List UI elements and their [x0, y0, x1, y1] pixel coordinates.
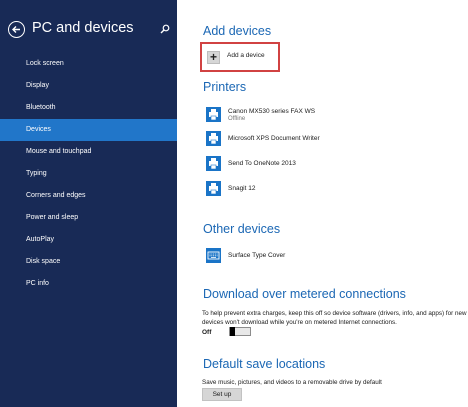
sidebar-item-bluetooth[interactable]: Bluetooth [0, 97, 177, 119]
printer-item[interactable]: Snagit 12 [206, 181, 446, 201]
sidebar-item-devices[interactable]: Devices [0, 119, 177, 141]
sidebar-nav: Lock screen Display Bluetooth Devices Mo… [0, 53, 177, 295]
printer-status: Offline [228, 116, 246, 122]
sidebar-item-display[interactable]: Display [0, 75, 177, 97]
device-item[interactable]: Surface Type Cover [206, 248, 446, 268]
save-locations-heading: Default save locations [203, 357, 326, 371]
add-device-label[interactable]: Add a device [227, 52, 265, 59]
keyboard-icon [206, 248, 221, 263]
device-name: Surface Type Cover [228, 252, 286, 259]
printer-item[interactable]: Canon MX530 series FAX WS Offline [206, 107, 446, 127]
printer-icon [206, 131, 221, 146]
search-icon[interactable] [160, 24, 170, 34]
printer-name: Snagit 12 [228, 185, 256, 192]
add-devices-heading: Add devices [203, 24, 272, 38]
toggle-knob [230, 327, 235, 336]
sidebar-item-power-and-sleep[interactable]: Power and sleep [0, 207, 177, 229]
printer-name: Canon MX530 series FAX WS [228, 108, 316, 115]
sidebar-item-mouse-and-touchpad[interactable]: Mouse and touchpad [0, 141, 177, 163]
metered-toggle[interactable] [229, 327, 251, 336]
printer-name: Send To OneNote 2013 [228, 160, 296, 167]
printer-name: Microsoft XPS Document Writer [228, 135, 320, 142]
main-content: Add devices + Add a device Printers Cano… [177, 0, 468, 407]
sidebar-item-corners-and-edges[interactable]: Corners and edges [0, 185, 177, 207]
sidebar-item-lock-screen[interactable]: Lock screen [0, 53, 177, 75]
sidebar: PC and devices Lock screen Display Bluet… [0, 0, 177, 407]
sidebar-header: PC and devices [8, 20, 170, 41]
sidebar-item-typing[interactable]: Typing [0, 163, 177, 185]
metered-description-line-1: To help prevent extra charges, keep this… [202, 310, 467, 317]
sidebar-item-autoplay[interactable]: AutoPlay [0, 229, 177, 251]
page-title: PC and devices [32, 20, 134, 36]
setup-button[interactable]: Set up [202, 388, 242, 401]
sidebar-item-pc-info[interactable]: PC info [0, 273, 177, 295]
metered-description-line-2: devices won't download while you're on m… [202, 318, 397, 326]
printer-icon [206, 156, 221, 171]
back-button[interactable] [8, 21, 25, 38]
save-locations-description: Save music, pictures, and videos to a re… [202, 379, 382, 386]
printer-icon [206, 107, 221, 122]
add-device-button[interactable]: + [207, 51, 220, 64]
plus-icon: + [209, 50, 217, 64]
toggle-state-label: Off [202, 329, 212, 336]
back-arrow-icon [12, 26, 20, 33]
sidebar-item-disk-space[interactable]: Disk space [0, 251, 177, 273]
metered-heading: Download over metered connections [203, 287, 406, 301]
printer-item[interactable]: Send To OneNote 2013 [206, 156, 446, 176]
metered-toggle-row: Off [202, 327, 322, 341]
printers-heading: Printers [203, 80, 247, 94]
other-devices-heading: Other devices [203, 222, 281, 236]
metered-description: To help prevent extra charges, keep this… [202, 310, 467, 327]
printer-item[interactable]: Microsoft XPS Document Writer [206, 131, 446, 151]
printer-icon [206, 181, 221, 196]
